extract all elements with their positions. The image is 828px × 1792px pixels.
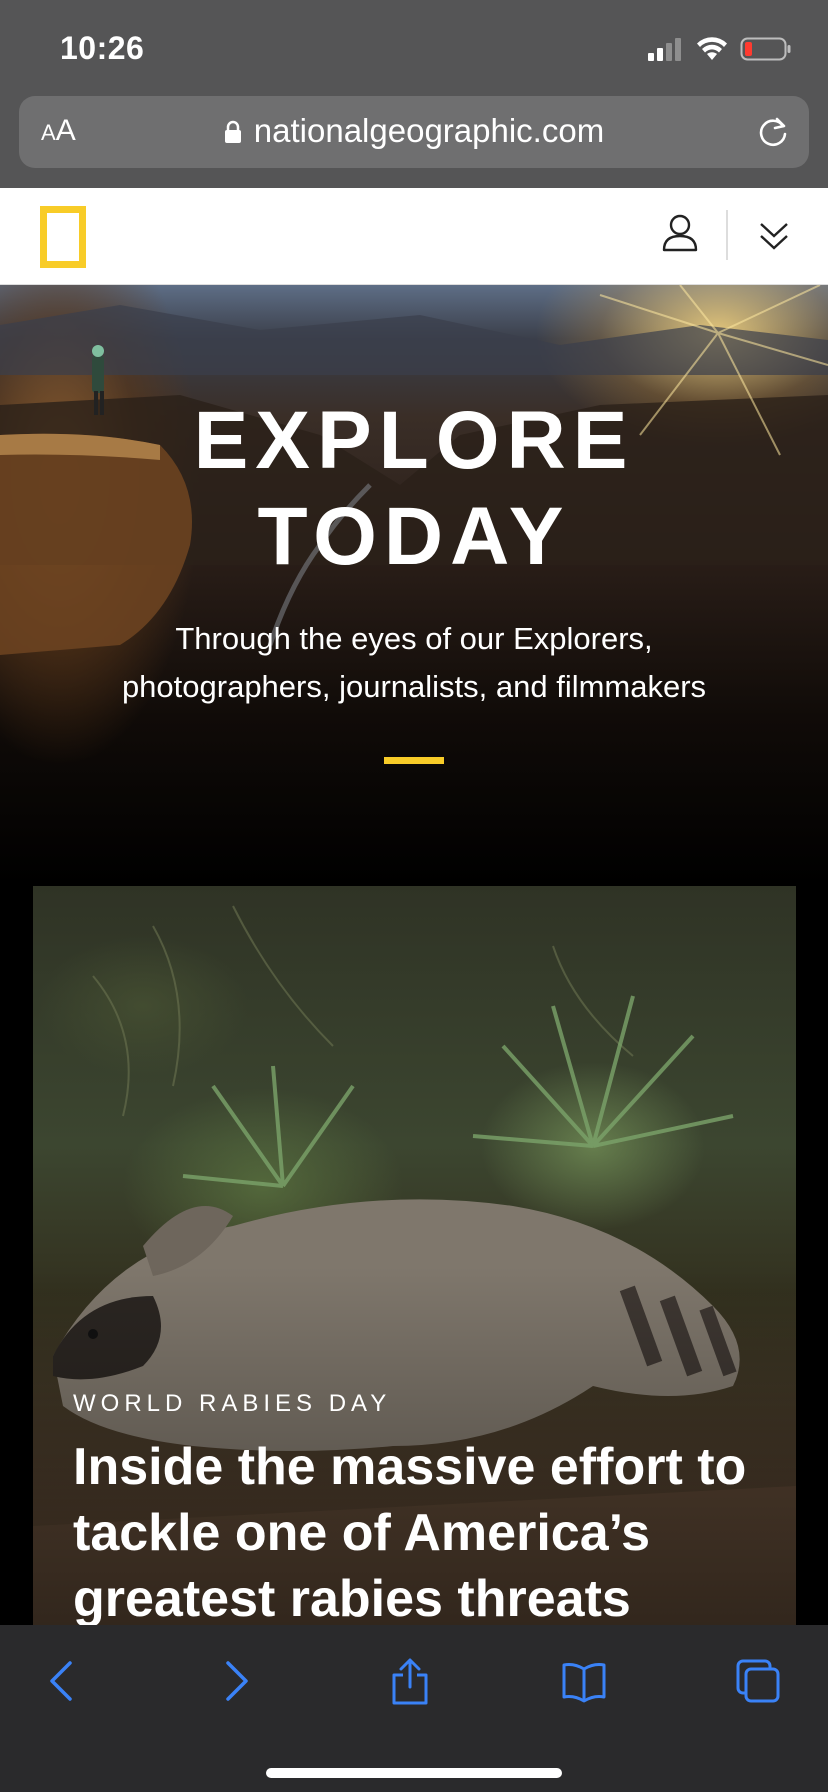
site-header	[0, 188, 828, 285]
status-time: 10:26	[60, 30, 145, 66]
hero-subtitle-line1: Through the eyes of our Explorers,	[175, 621, 653, 656]
hero-section: EXPLORE TODAY Through the eyes of our Ex…	[0, 285, 828, 885]
browser-bottom-toolbar	[0, 1625, 828, 1792]
article-card[interactable]: WORLD RABIES DAY Inside the massive effo…	[33, 886, 796, 1626]
url-text: nationalgeographic.com	[253, 112, 605, 149]
tabs-icon[interactable]	[734, 1657, 782, 1705]
header-divider	[726, 210, 728, 260]
user-icon[interactable]	[660, 212, 700, 256]
hero-subtitle-line2: photographers, journalists, and filmmake…	[121, 669, 707, 704]
status-icons	[648, 34, 792, 64]
article-headline[interactable]: Inside the massive effort to tackle one …	[73, 1434, 773, 1626]
hero-title-line1: EXPLORE	[193, 395, 635, 486]
lock-icon	[224, 120, 241, 143]
reload-icon[interactable]	[755, 114, 791, 150]
share-icon[interactable]	[386, 1657, 434, 1705]
forward-icon[interactable]	[212, 1657, 260, 1705]
address-bar[interactable]: AA nationalgeographic.com	[19, 96, 809, 168]
back-icon[interactable]	[38, 1657, 86, 1705]
url-display[interactable]: nationalgeographic.com	[19, 112, 809, 150]
hero-subtitle: Through the eyes of our Explorers, photo…	[0, 615, 828, 711]
article-kicker: WORLD RABIES DAY	[73, 1390, 392, 1417]
status-bar: 10:26	[0, 0, 828, 96]
bookmarks-icon[interactable]	[560, 1657, 608, 1705]
hero-yellow-rule	[384, 757, 444, 764]
chevron-down-icon[interactable]	[756, 218, 792, 254]
wifi-icon	[697, 37, 727, 60]
hero-title-line2: TODAY	[257, 491, 571, 582]
hero-title: EXPLORE TODAY	[0, 393, 828, 585]
home-indicator[interactable]	[266, 1768, 562, 1778]
canyon-background-image	[0, 285, 828, 655]
cellular-signal-icon	[648, 38, 681, 61]
nat-geo-logo[interactable]	[40, 206, 86, 268]
battery-low-icon	[740, 37, 791, 61]
browser-top-chrome: 10:26 AA nationalgeographic.com	[0, 0, 828, 188]
